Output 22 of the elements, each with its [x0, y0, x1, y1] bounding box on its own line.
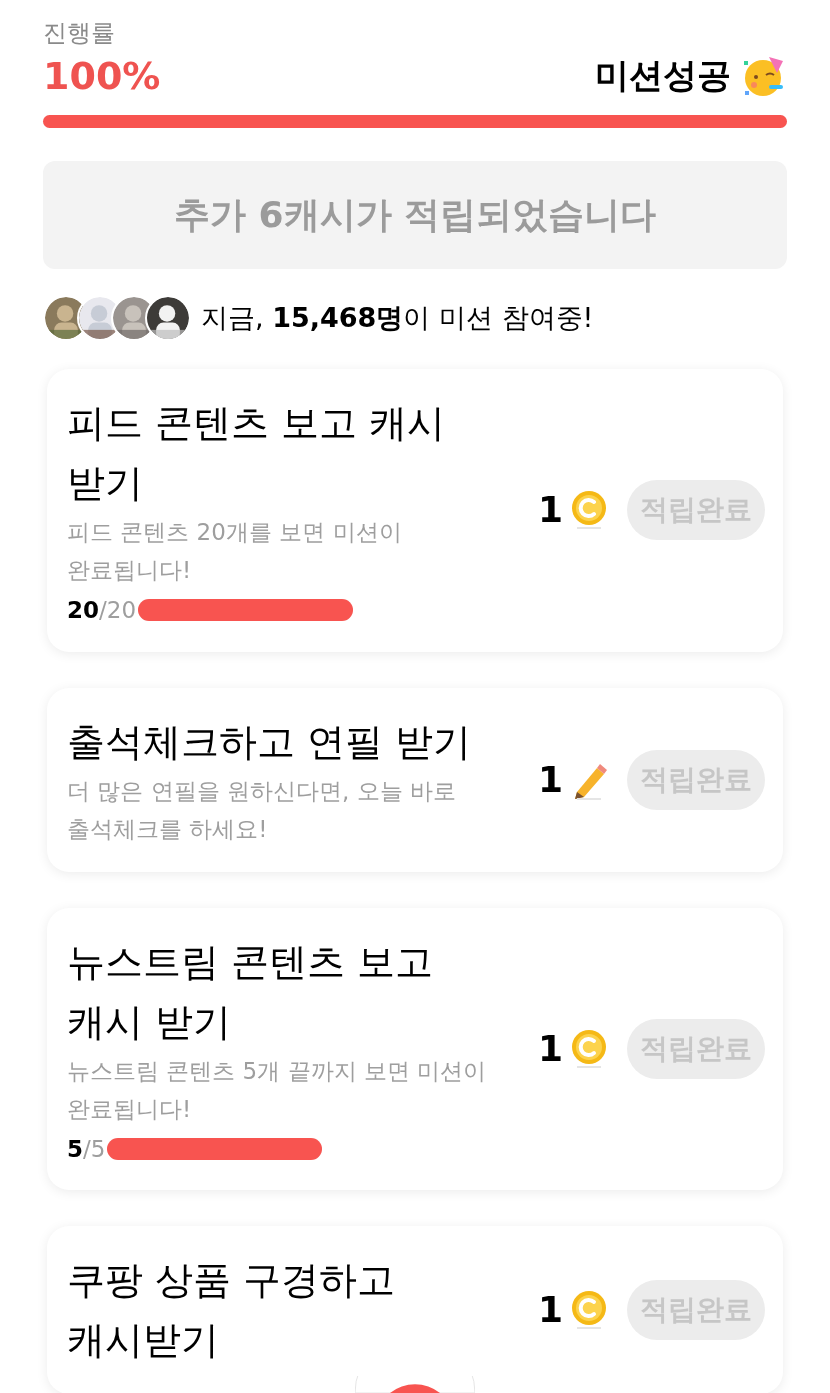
reward-amount: 1	[537, 757, 563, 802]
mission-title: 피드 콘텐츠 보고 캐시 받기	[67, 400, 447, 507]
mission-title: 쿠팡 상품 구경하고 캐시받기	[67, 1257, 397, 1364]
mission-description: 더 많은 연필을 원하신다면, 오늘 바로 출석체크를 하세요!	[67, 776, 457, 844]
notice-banner: 추가 6캐시가 적립되었습니다	[43, 161, 787, 269]
coin-icon	[571, 1028, 607, 1069]
participants-text: 지금, 15,468명이 미션 참여중!	[201, 300, 594, 335]
reward-amount: 1	[537, 488, 563, 533]
floating-button[interactable]	[355, 1376, 475, 1393]
mission-title: 뉴스트림 콘텐츠 보고 캐시 받기	[67, 938, 435, 1046]
coin-icon	[571, 1290, 607, 1330]
progress-label: 진행률	[43, 18, 116, 49]
progress-count: 20/20	[67, 596, 137, 625]
reward-amount: 1	[537, 1288, 563, 1332]
progress-percent: 100%	[43, 53, 161, 100]
progress-count: 5/5	[67, 1134, 106, 1164]
reward-amount: 1	[537, 1026, 563, 1071]
mission-title: 출석체크하고 연필 받기	[67, 718, 473, 766]
mission-description: 피드 콘텐츠 20개를 보면 미션이 완료됩니다!	[67, 518, 403, 585]
status-text: 미션성공	[595, 54, 731, 97]
coin-icon	[571, 490, 607, 531]
mission-description: 뉴스트림 콘텐츠 5개 끝까지 보면 미션이 완료됩니다!	[67, 1056, 488, 1124]
